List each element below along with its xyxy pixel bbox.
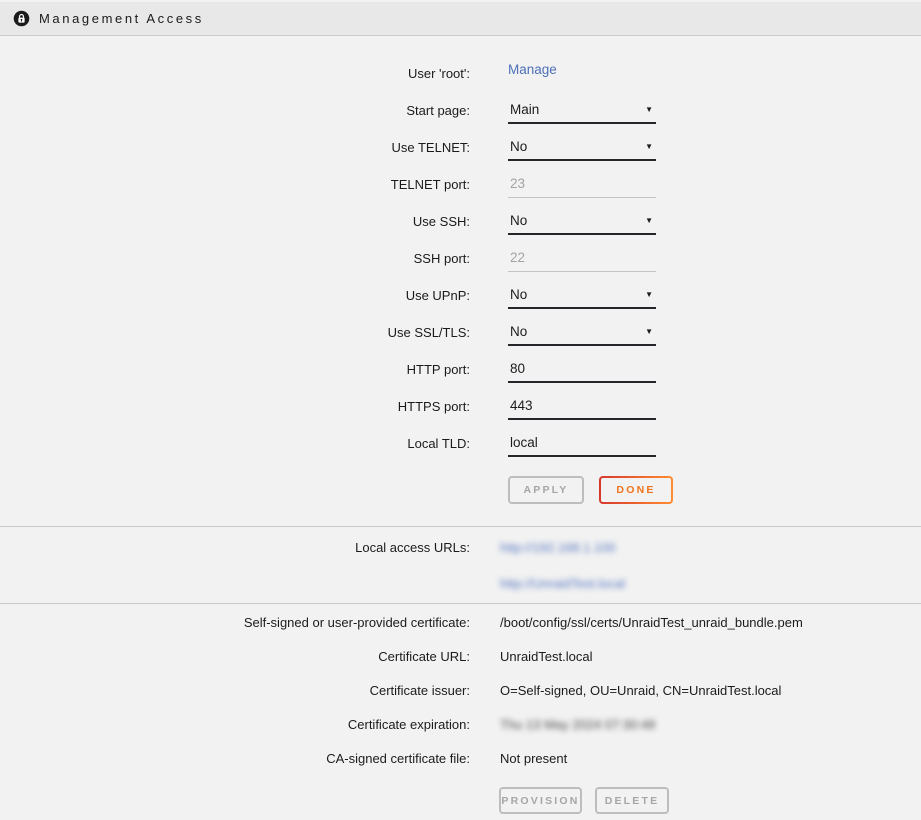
ca-signed-cert-value: Not present — [500, 742, 567, 766]
use-telnet-label: Use TELNET: — [0, 130, 470, 155]
local-access-row-1: Local access URLs: http://192.168.1.100 — [0, 531, 921, 567]
provision-button[interactable]: PROVISION — [499, 787, 582, 814]
done-button[interactable]: DONE — [599, 476, 673, 504]
use-upnp-select[interactable]: No ▼ — [508, 283, 656, 309]
manage-link[interactable]: Manage — [508, 62, 557, 77]
start-page-value: Main — [510, 102, 539, 117]
use-upnp-value: No — [510, 287, 527, 302]
local-access-section: Local access URLs: http://192.168.1.100 … — [0, 527, 921, 603]
form-row-local-tld: Local TLD: — [0, 426, 921, 463]
form-buttons: APPLY DONE — [508, 476, 921, 504]
dropdown-arrow-icon: ▼ — [645, 142, 653, 151]
form-row-use-ssl: Use SSL/TLS: No ▼ — [0, 315, 921, 352]
use-ssl-label: Use SSL/TLS: — [0, 315, 470, 340]
cert-expiration-value: Thu 13 May 2024 07:30:48 — [500, 708, 655, 732]
use-upnp-label: Use UPnP: — [0, 278, 470, 303]
use-ssh-select[interactable]: No ▼ — [508, 209, 656, 235]
cert-url-value: UnraidTest.local — [500, 640, 593, 664]
form-row-ssh-port: SSH port: — [0, 241, 921, 278]
cert-row-url: Certificate URL: UnraidTest.local — [0, 640, 921, 674]
dropdown-arrow-icon: ▼ — [645, 105, 653, 114]
form-row-http-port: HTTP port: — [0, 352, 921, 389]
cert-row-ca-file: CA-signed certificate file: Not present — [0, 742, 921, 776]
certificate-buttons: PROVISION DELETE — [499, 787, 921, 814]
dropdown-arrow-icon: ▼ — [645, 216, 653, 225]
lock-circle-icon — [13, 10, 30, 27]
form-row-user-root: User 'root': Manage — [0, 56, 921, 93]
start-page-label: Start page: — [0, 93, 470, 118]
cert-issuer-value: O=Self-signed, OU=Unraid, CN=UnraidTest.… — [500, 674, 781, 698]
management-access-form: User 'root': Manage Start page: Main ▼ U… — [0, 36, 921, 504]
ssh-port-input — [508, 246, 656, 272]
dropdown-arrow-icon: ▼ — [645, 290, 653, 299]
form-row-use-upnp: Use UPnP: No ▼ — [0, 278, 921, 315]
self-signed-cert-label: Self-signed or user-provided certificate… — [0, 606, 470, 630]
form-row-use-telnet: Use TELNET: No ▼ — [0, 130, 921, 167]
use-ssh-value: No — [510, 213, 527, 228]
local-access-url-link[interactable]: http://UnraidTest.local — [500, 576, 625, 591]
use-telnet-select[interactable]: No ▼ — [508, 135, 656, 161]
cert-row-expiration: Certificate expiration: Thu 13 May 2024 … — [0, 708, 921, 742]
user-root-label: User 'root': — [0, 56, 470, 81]
cert-url-label: Certificate URL: — [0, 640, 470, 664]
form-row-https-port: HTTPS port: — [0, 389, 921, 426]
certificate-section: Self-signed or user-provided certificate… — [0, 604, 921, 814]
use-ssh-label: Use SSH: — [0, 204, 470, 229]
self-signed-cert-value: /boot/config/ssl/certs/UnraidTest_unraid… — [500, 606, 803, 630]
form-row-telnet-port: TELNET port: — [0, 167, 921, 204]
cert-issuer-label: Certificate issuer: — [0, 674, 470, 698]
page-header: Management Access — [0, 2, 921, 36]
telnet-port-input — [508, 172, 656, 198]
ssh-port-label: SSH port: — [0, 241, 470, 266]
dropdown-arrow-icon: ▼ — [645, 327, 653, 336]
https-port-input[interactable] — [508, 394, 656, 420]
https-port-label: HTTPS port: — [0, 389, 470, 414]
use-ssl-select[interactable]: No ▼ — [508, 320, 656, 346]
form-row-use-ssh: Use SSH: No ▼ — [0, 204, 921, 241]
cert-row-issuer: Certificate issuer: O=Self-signed, OU=Un… — [0, 674, 921, 708]
local-tld-label: Local TLD: — [0, 426, 470, 451]
http-port-label: HTTP port: — [0, 352, 470, 377]
use-telnet-value: No — [510, 139, 527, 154]
local-access-url-link[interactable]: http://192.168.1.100 — [500, 540, 616, 555]
cert-expiration-label: Certificate expiration: — [0, 708, 470, 732]
use-ssl-value: No — [510, 324, 527, 339]
start-page-select[interactable]: Main ▼ — [508, 98, 656, 124]
telnet-port-label: TELNET port: — [0, 167, 470, 192]
local-access-row-2: http://UnraidTest.local — [0, 567, 921, 603]
cert-row-bundle: Self-signed or user-provided certificate… — [0, 606, 921, 640]
page-title: Management Access — [39, 11, 204, 26]
form-row-start-page: Start page: Main ▼ — [0, 93, 921, 130]
apply-button[interactable]: APPLY — [508, 476, 584, 504]
local-access-urls-label: Local access URLs: — [0, 531, 470, 555]
delete-button[interactable]: DELETE — [595, 787, 669, 814]
local-tld-input[interactable] — [508, 431, 656, 457]
ca-signed-cert-label: CA-signed certificate file: — [0, 742, 470, 766]
http-port-input[interactable] — [508, 357, 656, 383]
